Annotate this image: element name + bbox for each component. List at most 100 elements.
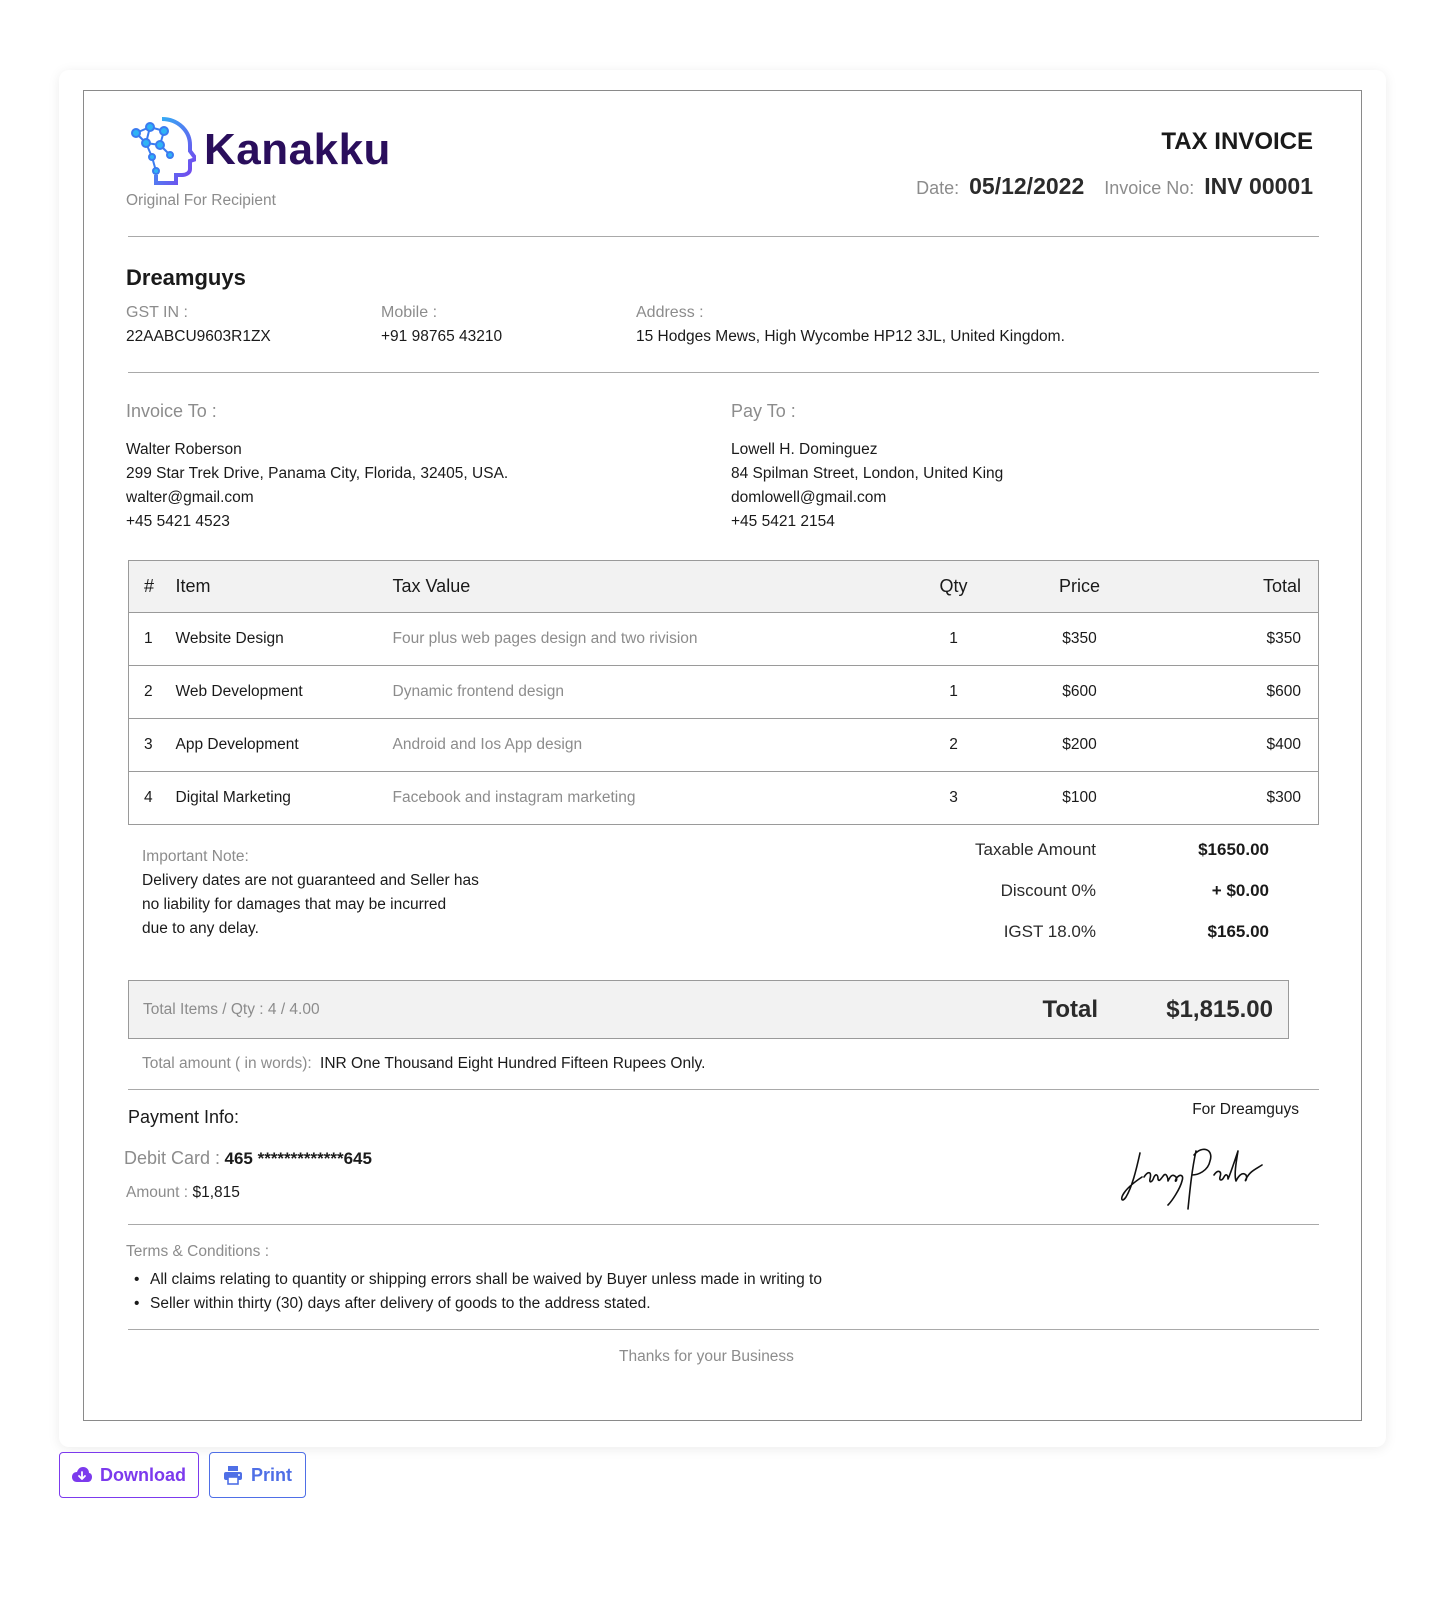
signature-image [1121, 1148, 1263, 1210]
row-price: $100 [1014, 771, 1145, 825]
invoice-title: TAX INVOICE [1161, 128, 1313, 155]
row-price: $600 [1014, 665, 1145, 719]
invoice-to-address: 299 Star Trek Drive, Panama City, Florid… [126, 465, 509, 482]
thanks-footer: Thanks for your Business [619, 1348, 794, 1365]
note-line: due to any delay. [142, 920, 259, 937]
row-desc: Facebook and instagram marketing [392, 771, 893, 825]
row-item: Digital Marketing [175, 771, 393, 825]
terms-label: Terms & Conditions : [126, 1243, 269, 1260]
col-num: # [128, 560, 176, 613]
total-value: $1,815.00 [1166, 996, 1273, 1023]
for-company-label: For Dreamguys [1192, 1101, 1299, 1118]
terms-item: All claims relating to quantity or shipp… [134, 1271, 822, 1289]
date-label: Date: [916, 178, 960, 198]
divider [128, 236, 1319, 237]
amount-in-words: Total amount ( in words): INR One Thousa… [142, 1055, 705, 1073]
invoice-date: 05/12/2022 [969, 173, 1085, 199]
total-bar: Total Items / Qty : 4 / 4.00 Total $1,81… [128, 980, 1289, 1039]
payment-info-title: Payment Info: [128, 1107, 240, 1127]
pay-to-address: 84 Spilman Street, London, United King [731, 465, 1004, 482]
amount-value: $1,815 [192, 1184, 240, 1201]
address-value: 15 Hodges Mews, High Wycombe HP12 3JL, U… [636, 328, 1065, 345]
table-row: 3 App Development Android and Ios App de… [128, 718, 1319, 772]
row-price: $350 [1014, 612, 1145, 666]
divider [128, 1089, 1319, 1090]
row-desc: Four plus web pages design and two rivis… [392, 612, 893, 666]
print-button[interactable]: Print [209, 1452, 306, 1498]
gst-label: GST IN : [126, 304, 188, 321]
amount-in-words-value: INR One Thousand Eight Hundred Fifteen R… [320, 1055, 706, 1072]
download-button[interactable]: Download [59, 1452, 199, 1498]
row-total: $300 [1144, 771, 1319, 825]
col-total: Total [1144, 560, 1319, 613]
table-row: 4 Digital Marketing Facebook and instagr… [128, 771, 1319, 825]
amount-in-words-label: Total amount ( in words): [142, 1055, 312, 1072]
invoice-number: INV 00001 [1204, 173, 1313, 199]
mobile-label: Mobile : [381, 304, 438, 321]
amount-label: Amount : [126, 1184, 189, 1201]
taxable-amount-label: Taxable Amount [975, 840, 1096, 859]
print-label: Print [250, 1464, 292, 1485]
invoice-to-email: walter@gmail.com [126, 489, 254, 506]
table-header-row: # Item Tax Value Qty Price Total [128, 560, 1319, 613]
invoice-to-name: Walter Roberson [126, 441, 242, 458]
debit-card-label: Debit Card : [124, 1148, 221, 1168]
row-item: Website Design [175, 612, 393, 666]
row-qty: 1 [892, 612, 1015, 666]
igst-label: IGST 18.0% [1003, 922, 1096, 941]
total-items-qty: Total Items / Qty : 4 / 4.00 [143, 1001, 320, 1018]
row-item: App Development [175, 718, 393, 772]
table-row: 1 Website Design Four plus web pages des… [128, 612, 1319, 666]
pay-to-email: domlowell@gmail.com [731, 489, 887, 506]
note-line: Delivery dates are not guaranteed and Se… [142, 872, 479, 889]
cloud-download-icon [72, 1467, 92, 1482]
download-label: Download [100, 1464, 186, 1485]
total-label: Total [1042, 996, 1098, 1023]
address-label: Address : [636, 304, 704, 321]
important-note-text: Delivery dates are not guaranteed and Se… [142, 869, 479, 941]
pay-to-name: Lowell H. Dominguez [731, 441, 878, 458]
brand-logo: Kanakku [126, 115, 396, 187]
discount-label: Discount 0% [1000, 881, 1096, 900]
terms-item: Seller within thirty (30) days after del… [134, 1295, 651, 1313]
invoice-meta: Date: 05/12/2022 Invoice No: INV 00001 [916, 173, 1313, 200]
row-total: $600 [1144, 665, 1319, 719]
printer-icon [223, 1466, 242, 1485]
copy-type-label: Original For Recipient [126, 192, 276, 209]
row-qty: 3 [892, 771, 1015, 825]
invoice-document: Kanakku Original For Recipient TAX INVOI… [83, 90, 1362, 1421]
col-item: Item [175, 560, 393, 613]
row-qty: 2 [892, 718, 1015, 772]
seller-name: Dreamguys [126, 265, 246, 290]
row-num: 3 [128, 718, 176, 772]
row-desc: Android and Ios App design [392, 718, 893, 772]
brain-head-logo-icon [131, 117, 196, 185]
row-desc: Dynamic frontend design [392, 665, 893, 719]
row-item: Web Development [175, 665, 393, 719]
pay-to-label: Pay To : [731, 401, 796, 421]
col-price: Price [1014, 560, 1145, 613]
invoice-to-block: Walter Roberson 299 Star Trek Drive, Pan… [126, 438, 508, 534]
table-row: 2 Web Development Dynamic frontend desig… [128, 665, 1319, 719]
invoice-to-phone: +45 5421 4523 [126, 513, 230, 530]
row-num: 4 [128, 771, 176, 825]
divider [128, 1329, 1319, 1330]
amount-row: Amount : $1,815 [126, 1184, 240, 1202]
col-tax-value: Tax Value [392, 560, 893, 613]
row-price: $200 [1014, 718, 1145, 772]
row-num: 1 [128, 612, 176, 666]
items-table: # Item Tax Value Qty Price Total 1 Websi… [128, 560, 1319, 825]
row-num: 2 [128, 665, 176, 719]
invoice-number-label: Invoice No: [1104, 178, 1195, 198]
note-line: no liability for damages that may be inc… [142, 896, 447, 913]
divider [128, 1224, 1319, 1225]
discount-value: + $0.00 [1211, 881, 1269, 900]
divider [128, 372, 1319, 373]
igst-value: $165.00 [1207, 922, 1269, 941]
gst-value: 22AABCU9603R1ZX [126, 328, 271, 345]
col-qty: Qty [892, 560, 1015, 613]
debit-card-row: Debit Card : 465 *************645 [124, 1148, 372, 1169]
pay-to-phone: +45 5421 2154 [731, 513, 835, 530]
invoice-to-label: Invoice To : [126, 401, 217, 421]
row-qty: 1 [892, 665, 1015, 719]
